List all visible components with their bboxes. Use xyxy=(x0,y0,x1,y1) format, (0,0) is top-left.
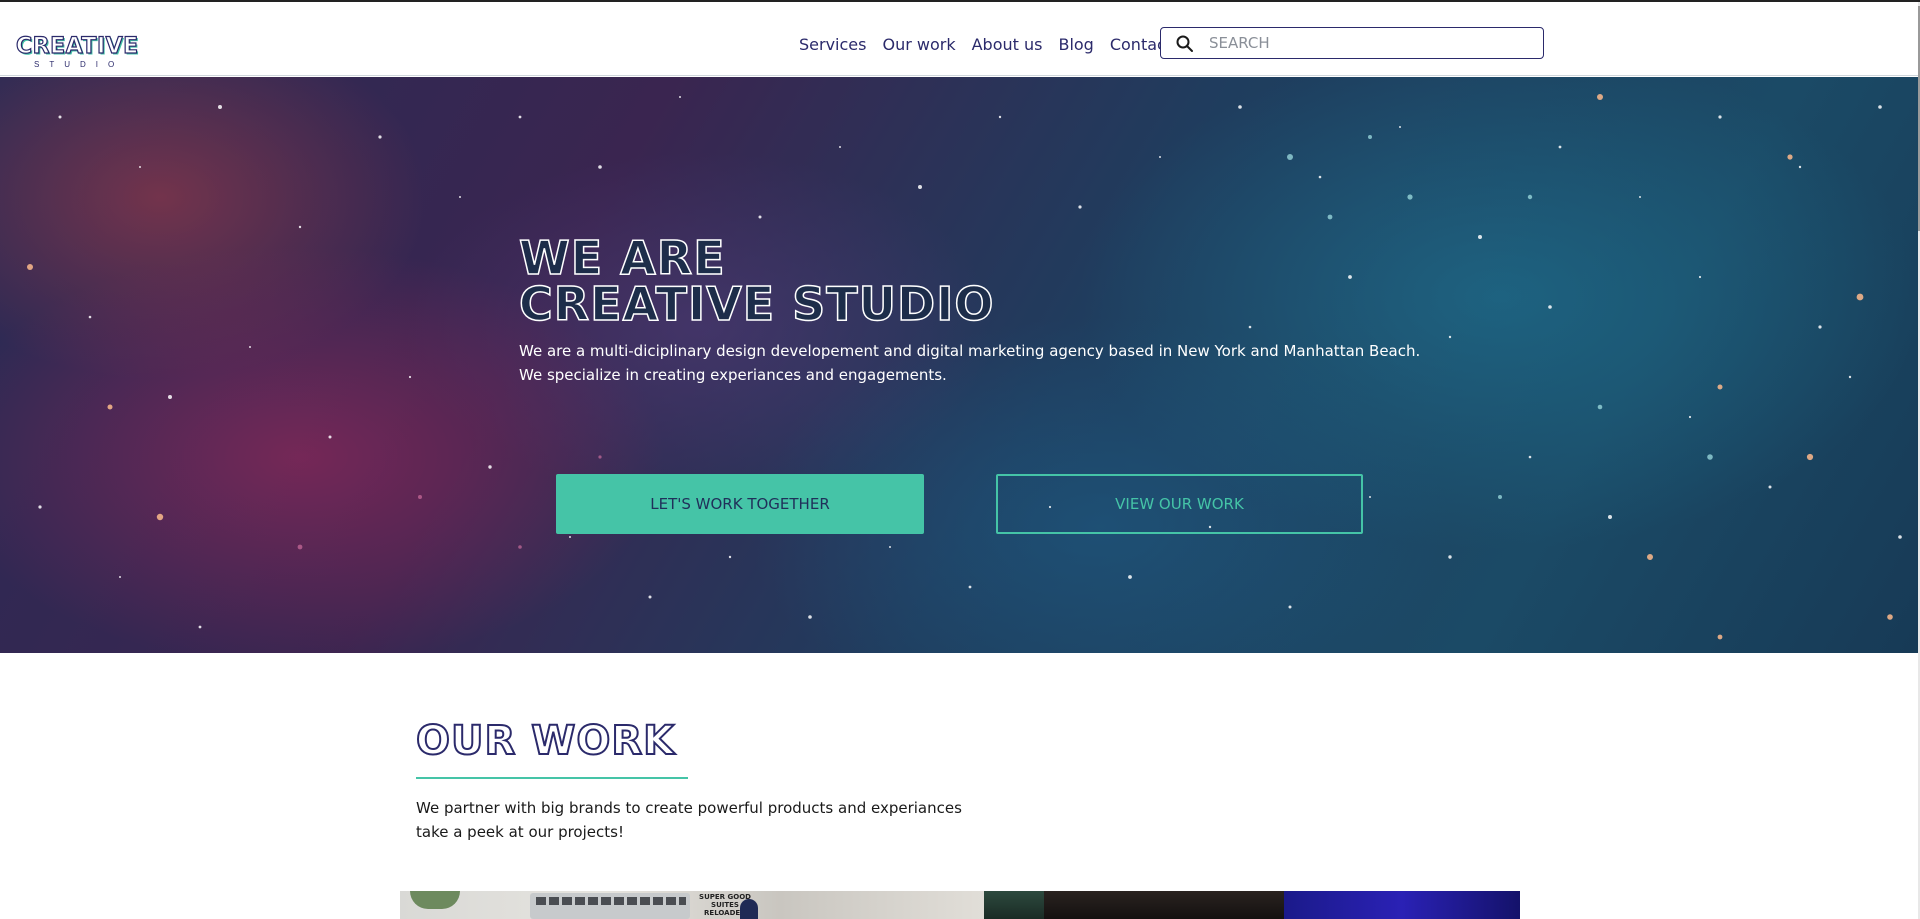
nav-link-about-us[interactable]: About us xyxy=(972,35,1043,54)
hero-description-line-2: We specialize in creating experiances an… xyxy=(519,366,947,384)
our-work-description-line-1: We partner with big brands to create pow… xyxy=(416,799,962,817)
plant-image-detail xyxy=(410,891,460,909)
hero-description-line-1: We are a multi-diciplinary design develo… xyxy=(519,342,1421,360)
our-work-underline xyxy=(416,777,688,779)
hero-title-line-2: CREATIVE STUDIO xyxy=(518,277,995,331)
logo-subtitle: STUDIO xyxy=(34,60,125,69)
nav-link-blog[interactable]: Blog xyxy=(1058,35,1093,54)
lets-work-together-button[interactable]: LET'S WORK TOGETHER xyxy=(556,474,924,534)
nav-link-services[interactable]: Services xyxy=(799,35,866,54)
project-thumbnail-green[interactable] xyxy=(984,891,1044,919)
nav-link-our-work[interactable]: Our work xyxy=(882,35,955,54)
hero-title-line-1: WE ARE xyxy=(518,231,726,285)
project-thumbnail-blue[interactable] xyxy=(1284,891,1520,919)
main-nav: Services Our work About us Blog Contact xyxy=(799,35,1172,54)
our-work-title: OUR WORK xyxy=(415,717,676,765)
view-our-work-button[interactable]: VIEW OUR WORK xyxy=(996,474,1363,534)
search-input[interactable] xyxy=(1207,31,1527,55)
search-icon[interactable] xyxy=(1175,34,1195,54)
logo-wordmark: CREATIVE xyxy=(15,33,139,59)
hero-description: We are a multi-diciplinary design develo… xyxy=(519,339,1421,387)
site-header: CREATIVE STUDIO Services Our work About … xyxy=(0,2,1918,76)
project-thumbnails: SUPER GOOD SUITES RELOADED xyxy=(400,891,1520,919)
our-work-description-line-2: take a peek at our projects! xyxy=(416,823,624,841)
creative-studio-logo[interactable]: CREATIVE STUDIO xyxy=(15,33,138,72)
hero-section: WE ARE CREATIVE STUDIO We are a multi-di… xyxy=(0,77,1918,653)
project-thumbnail-desk[interactable]: SUPER GOOD SUITES RELOADED xyxy=(400,891,984,919)
mouse-image-detail xyxy=(740,899,758,919)
keyboard-keys-detail xyxy=(536,897,686,905)
search-box[interactable] xyxy=(1160,27,1544,59)
page: CREATIVE STUDIO Services Our work About … xyxy=(0,0,1920,919)
project-thumbnail-dark[interactable] xyxy=(1044,891,1284,919)
hero-content: WE ARE CREATIVE STUDIO We are a multi-di… xyxy=(518,231,1421,387)
our-work-description: We partner with big brands to create pow… xyxy=(416,796,962,844)
hero-title: WE ARE CREATIVE STUDIO xyxy=(518,231,1399,331)
